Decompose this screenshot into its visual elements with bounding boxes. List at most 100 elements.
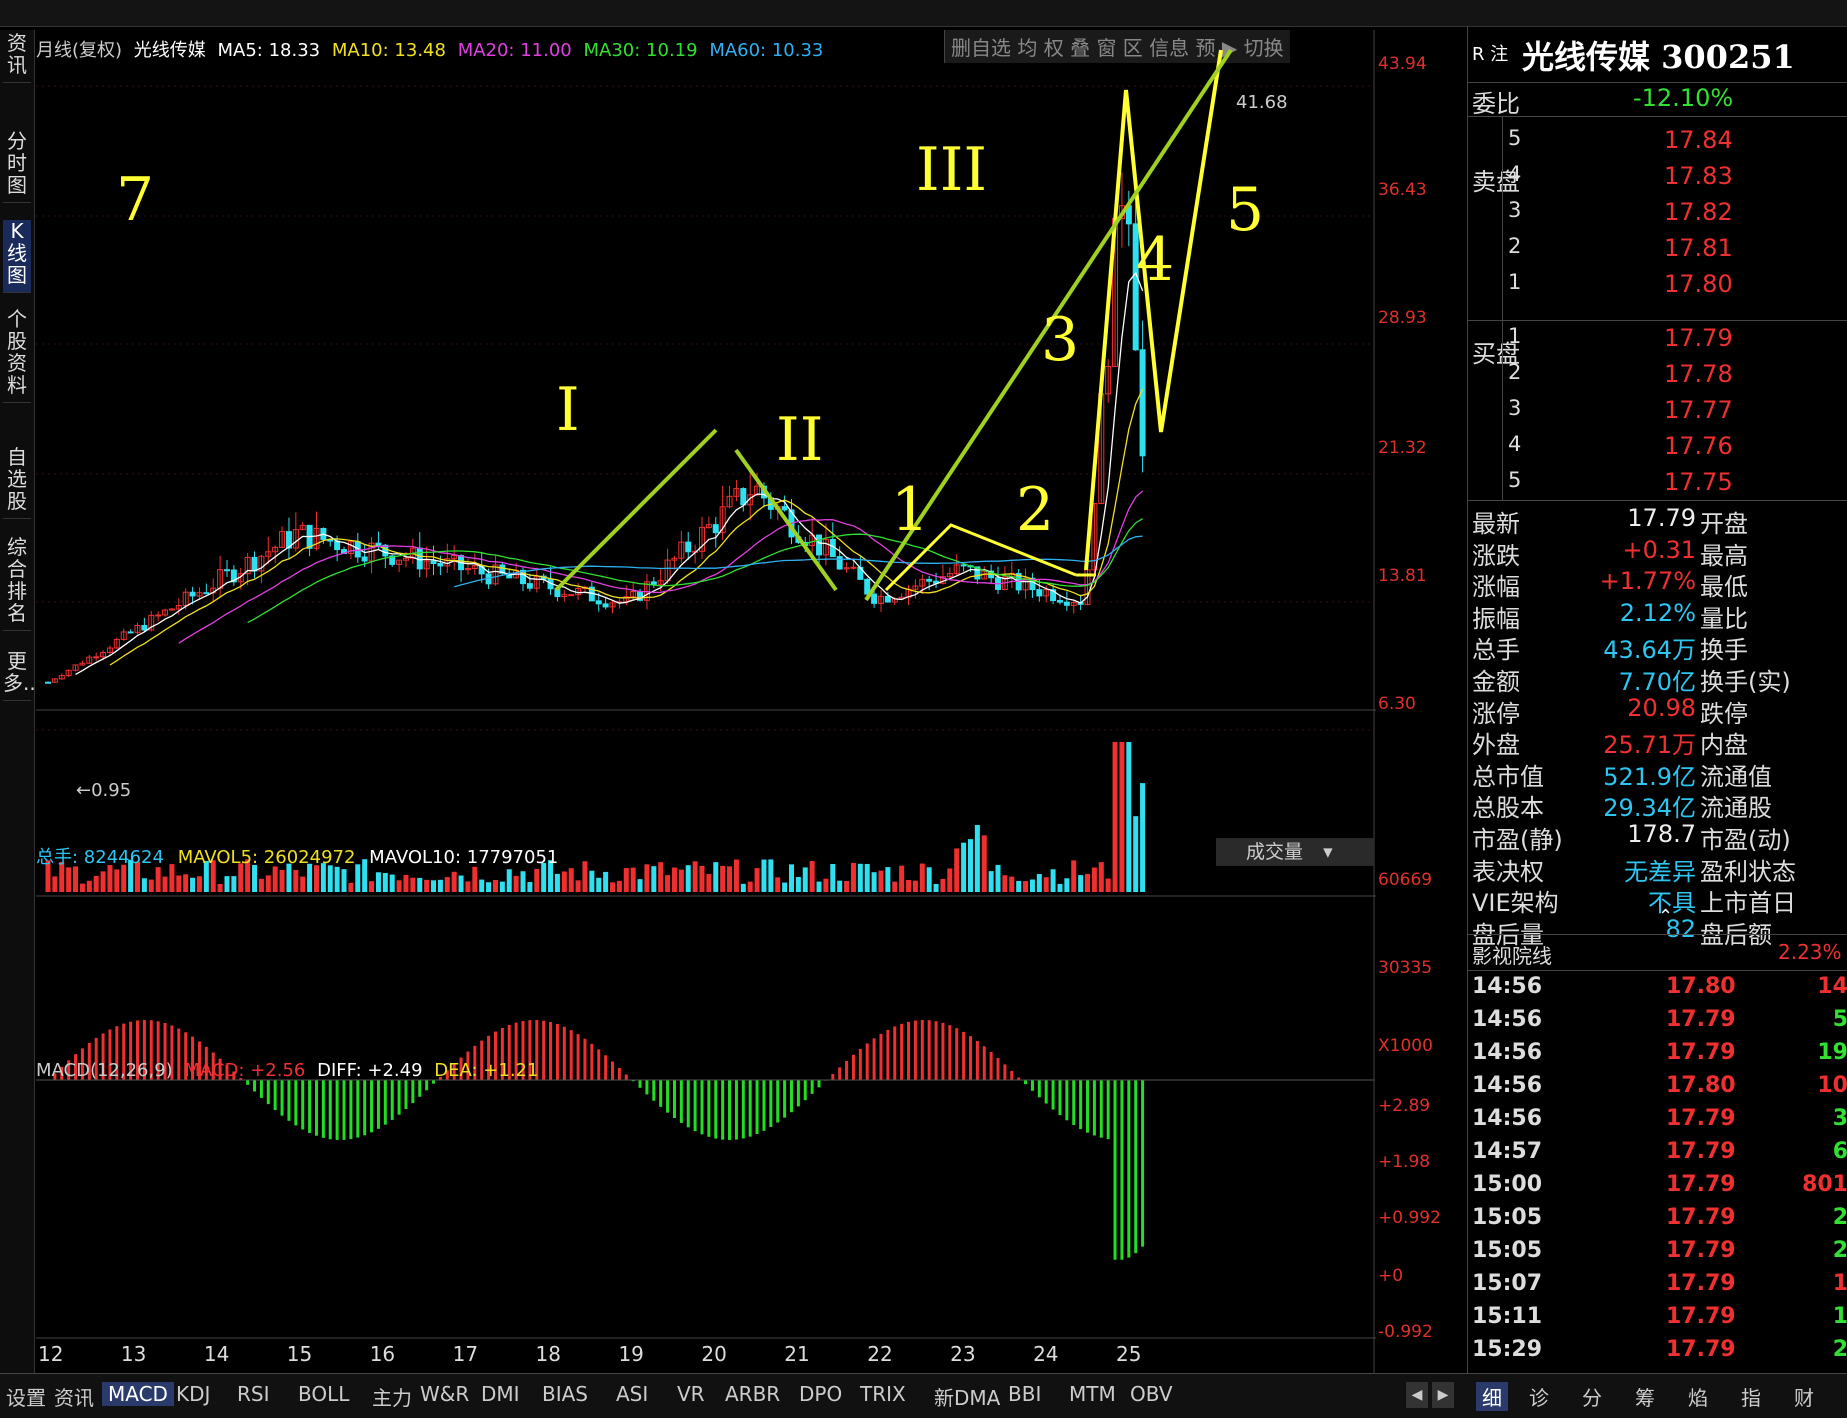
macd-bar bbox=[280, 1080, 284, 1116]
volume-bar bbox=[685, 865, 691, 892]
candle-body bbox=[437, 562, 444, 567]
volume-bar bbox=[224, 876, 230, 892]
macd-bar bbox=[1106, 1080, 1110, 1140]
volume-bar bbox=[830, 864, 836, 892]
right-panel-tab[interactable]: 财 bbox=[1794, 1382, 1814, 1411]
macd-bar bbox=[1065, 1080, 1069, 1121]
macd-bar bbox=[734, 1080, 738, 1140]
volume-bar bbox=[823, 878, 829, 892]
handwritten-mark: II bbox=[776, 405, 823, 475]
macd-bar bbox=[1044, 1080, 1048, 1104]
macd-bar bbox=[872, 1038, 876, 1080]
volume-bar bbox=[107, 865, 113, 892]
bottom-tab[interactable]: 新DMA bbox=[934, 1382, 1000, 1411]
volume-bar bbox=[1057, 883, 1063, 892]
left-nav-item-ranking[interactable]: 综合排名 bbox=[3, 536, 31, 631]
volume-bar bbox=[86, 880, 92, 892]
scroll-right-icon[interactable]: ▶ bbox=[1432, 1382, 1454, 1408]
bottom-tab[interactable]: 设置 bbox=[6, 1382, 46, 1411]
left-nav-item-profile[interactable]: 个股资料 bbox=[3, 308, 31, 403]
macd-bar bbox=[1051, 1080, 1055, 1110]
volume-bar bbox=[768, 859, 774, 892]
bottom-tab[interactable]: VR bbox=[677, 1382, 705, 1406]
sell-level-price[interactable]: 17.83 bbox=[1664, 162, 1733, 190]
macd-tick: +0 bbox=[1378, 1266, 1404, 1286]
volume-bar bbox=[1098, 862, 1104, 892]
buy-level-price[interactable]: 17.75 bbox=[1664, 468, 1733, 496]
tick-time: 14:56 bbox=[1472, 1007, 1543, 1032]
tick-volume: 19 bbox=[1817, 1040, 1847, 1065]
left-nav-item-more[interactable]: 更多.. bbox=[3, 650, 36, 701]
macd-bar bbox=[989, 1051, 993, 1080]
scroll-left-icon[interactable]: ◀ bbox=[1406, 1382, 1428, 1408]
x-axis-label: 24 bbox=[1033, 1342, 1059, 1366]
sell-level-price[interactable]: 17.84 bbox=[1664, 126, 1733, 154]
macd-bar bbox=[886, 1029, 890, 1080]
stat-label: 市盈(静) bbox=[1472, 826, 1563, 854]
tick-volume: 2 bbox=[1832, 1238, 1847, 1263]
volume-indicator-select[interactable]: 成交量 ▾ bbox=[1216, 838, 1374, 866]
quote-title: 光线传媒 300251 bbox=[1522, 38, 1795, 76]
right-panel-tab[interactable]: 细 bbox=[1476, 1382, 1508, 1411]
sell-level-num: 1 bbox=[1508, 270, 1522, 294]
bottom-tab[interactable]: KDJ bbox=[176, 1382, 210, 1406]
bottom-tab[interactable]: 主力 bbox=[372, 1382, 412, 1411]
bottom-tab[interactable]: RSI bbox=[237, 1382, 270, 1406]
volume-tick: 30335 bbox=[1378, 958, 1433, 978]
macd-bar bbox=[253, 1080, 257, 1092]
right-panel-tab[interactable]: 指 bbox=[1741, 1382, 1761, 1411]
buy-level-price[interactable]: 17.77 bbox=[1664, 396, 1733, 424]
buy-level-price[interactable]: 17.79 bbox=[1664, 324, 1733, 352]
sector-row[interactable]: 影视院线 2.23% bbox=[1468, 936, 1847, 971]
volume-bar bbox=[616, 880, 622, 892]
bottom-tab[interactable]: W&R bbox=[420, 1382, 469, 1406]
bottom-tab[interactable]: DPO bbox=[799, 1382, 842, 1406]
buy-level-price[interactable]: 17.78 bbox=[1664, 360, 1733, 388]
sell-level-price[interactable]: 17.82 bbox=[1664, 198, 1733, 226]
volume-bar bbox=[782, 882, 788, 892]
bottom-tab[interactable]: ARBR bbox=[725, 1382, 780, 1406]
left-nav-item-watchlist[interactable]: 自选股 bbox=[3, 446, 31, 519]
divider bbox=[1502, 116, 1503, 500]
bottom-tab[interactable]: BOLL bbox=[298, 1382, 349, 1406]
bottom-tab[interactable]: BIAS bbox=[542, 1382, 588, 1406]
macd-bar bbox=[728, 1080, 732, 1140]
right-panel-tab[interactable]: 焰 bbox=[1688, 1382, 1708, 1411]
bottom-tab[interactable]: TRIX bbox=[860, 1382, 906, 1406]
bottom-tab[interactable]: DMI bbox=[481, 1382, 520, 1406]
volume-bar bbox=[451, 871, 457, 892]
left-nav-item-kline[interactable]: K线图 bbox=[3, 220, 31, 293]
sell-level-price[interactable]: 17.80 bbox=[1664, 270, 1733, 298]
macd-bar bbox=[397, 1080, 401, 1115]
bottom-tab[interactable]: ASI bbox=[616, 1382, 648, 1406]
left-nav-item-news[interactable]: 资讯 bbox=[3, 32, 31, 83]
buy-level-price[interactable]: 17.76 bbox=[1664, 432, 1733, 460]
kline-chart-area[interactable]: 月线(复权) 光线传媒 MA5: 18.33 MA10: 13.48 MA20:… bbox=[36, 30, 1441, 1373]
bottom-tab[interactable]: 资讯 bbox=[54, 1382, 94, 1411]
macd-bar bbox=[686, 1080, 690, 1128]
top-menu-bar bbox=[0, 0, 1847, 27]
right-panel-tab[interactable]: 筹 bbox=[1635, 1382, 1655, 1411]
bottom-tab[interactable]: BBI bbox=[1008, 1382, 1041, 1406]
right-panel-tab[interactable]: 诊 bbox=[1529, 1382, 1549, 1411]
stat-label-secondary: 最高 bbox=[1700, 541, 1748, 570]
left-nav-item-intraday[interactable]: 分时图 bbox=[3, 130, 31, 203]
stat-label-secondary: 盈利状态 bbox=[1700, 857, 1796, 886]
price-tick: 21.32 bbox=[1378, 438, 1427, 458]
bottom-tab[interactable]: MACD bbox=[102, 1382, 174, 1406]
volume-bar bbox=[465, 881, 471, 892]
tick-volume: 2 bbox=[1832, 1205, 1847, 1230]
macd-bar bbox=[349, 1080, 353, 1140]
x-axis-label: 22 bbox=[867, 1342, 893, 1366]
volume-bar bbox=[706, 874, 712, 892]
bottom-tab[interactable]: MTM bbox=[1069, 1382, 1116, 1406]
macd-bar bbox=[769, 1080, 773, 1127]
right-panel-tab[interactable]: 分 bbox=[1582, 1382, 1602, 1411]
sell-level-price[interactable]: 17.81 bbox=[1664, 234, 1733, 262]
candle-body bbox=[141, 625, 148, 631]
expand-up-icon[interactable]: ⌃ bbox=[1658, 906, 1673, 927]
stat-label: 总股本 bbox=[1472, 794, 1544, 823]
bottom-tab[interactable]: OBV bbox=[1130, 1382, 1173, 1406]
macd-bar bbox=[789, 1080, 793, 1113]
price-tick: 6.30 bbox=[1378, 694, 1416, 714]
